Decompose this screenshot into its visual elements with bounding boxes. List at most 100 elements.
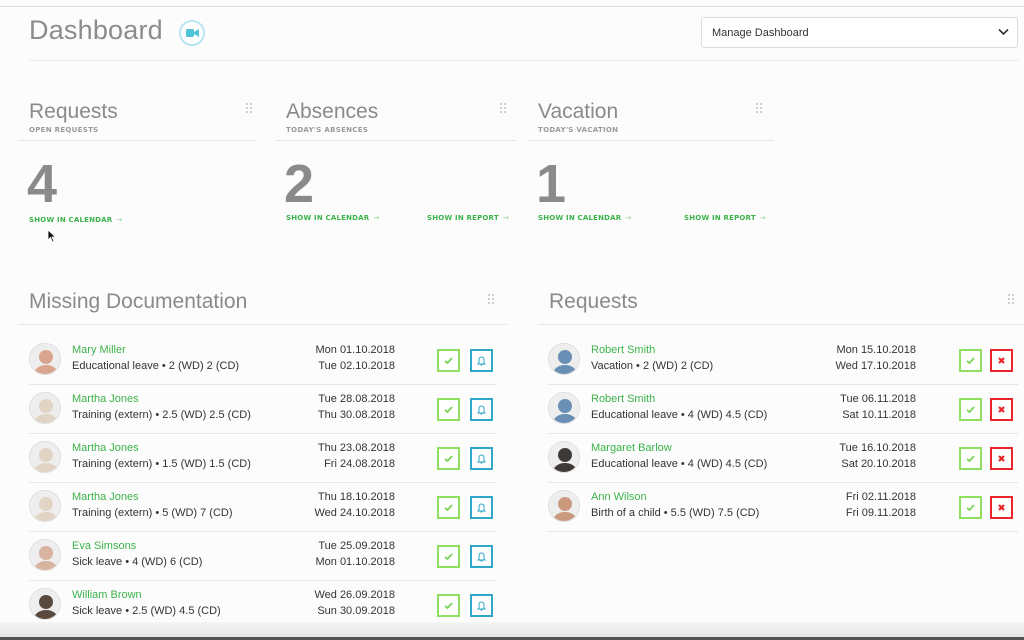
approve-button[interactable] [959, 349, 982, 372]
show-in-calendar-link[interactable]: SHOW IN CALENDAR → [286, 214, 379, 222]
arrow-right-icon: → [502, 214, 509, 222]
send-reminder-button[interactable] [470, 594, 493, 617]
page-title: Dashboard [29, 15, 163, 45]
employee-name-link[interactable]: Robert Smith [591, 393, 655, 405]
list-item: Martha Jones Training (extern) • 2.5 (WD)… [29, 385, 499, 434]
check-icon [444, 602, 453, 610]
chevron-down-icon [998, 27, 1009, 39]
bell-icon [476, 356, 487, 366]
avatar [29, 539, 61, 571]
date-to: Sun 30.09.2018 [317, 605, 395, 617]
stat-subtitle: TODAY'S ABSENCES [286, 126, 369, 134]
requests-panel: Requests [539, 290, 1024, 325]
list-item: Martha Jones Training (extern) • 1.5 (WD)… [29, 434, 499, 483]
approve-button[interactable] [959, 496, 982, 519]
send-reminder-button[interactable] [470, 496, 493, 519]
link-label: SHOW IN REPORT [427, 214, 499, 222]
video-camera-icon[interactable] [179, 20, 205, 46]
stat-divider [276, 140, 516, 141]
date-from: Fri 02.11.2018 [845, 491, 916, 503]
employee-name-link[interactable]: Robert Smith [591, 344, 655, 356]
list-item: Robert Smith Educational leave • 4 (WD) 4… [548, 385, 1018, 434]
drag-handle-icon[interactable] [1008, 294, 1016, 306]
reject-button[interactable] [990, 398, 1013, 421]
header-divider [29, 60, 1019, 61]
show-in-report-link[interactable]: SHOW IN REPORT → [427, 214, 509, 222]
show-in-calendar-link[interactable]: SHOW IN CALENDAR → [29, 216, 122, 224]
bell-icon [476, 552, 487, 562]
stat-value: 1 [536, 154, 567, 214]
absence-detail: Educational leave • 2 (WD) 2 (CD) [72, 360, 240, 372]
absence-detail: Educational leave • 4 (WD) 4.5 (CD) [591, 458, 768, 470]
drag-handle-icon[interactable] [488, 294, 496, 306]
date-from: Thu 18.10.2018 [317, 491, 395, 503]
stat-subtitle: TODAY'S VACATION [538, 126, 619, 134]
row-divider [548, 531, 1018, 532]
employee-name-link[interactable]: Martha Jones [72, 442, 139, 454]
bell-icon [476, 405, 487, 415]
check-icon [966, 357, 975, 365]
reject-button[interactable] [990, 349, 1013, 372]
stat-title: Absences [286, 100, 379, 123]
date-to: Tue 02.10.2018 [318, 360, 395, 372]
employee-name-link[interactable]: Margaret Barlow [591, 442, 672, 454]
check-icon [444, 553, 453, 561]
approve-button[interactable] [437, 447, 460, 470]
show-in-calendar-link[interactable]: SHOW IN CALENDAR → [538, 214, 631, 222]
stat-value: 4 [27, 154, 58, 214]
reject-button[interactable] [990, 447, 1013, 470]
list-item: Eva Simsons Sick leave • 4 (WD) 6 (CD) Tue… [29, 532, 499, 581]
check-icon [966, 455, 975, 463]
drag-handle-icon[interactable] [756, 103, 764, 115]
employee-name-link[interactable]: Mary Miller [72, 344, 126, 356]
absence-detail: Training (extern) • 2.5 (WD) 2.5 (CD) [72, 409, 251, 421]
date-from: Wed 26.09.2018 [314, 589, 395, 601]
avatar [29, 490, 61, 522]
avatar [548, 343, 580, 375]
approve-button[interactable] [437, 545, 460, 568]
check-icon [444, 406, 453, 414]
stat-title: Requests [29, 100, 118, 123]
stat-widget-vacation: Vacation TODAY'S VACATION 1 SHOW IN CALE… [528, 100, 774, 222]
send-reminder-button[interactable] [470, 398, 493, 421]
date-to: Wed 17.10.2018 [835, 360, 916, 372]
date-from: Tue 25.09.2018 [318, 540, 395, 552]
employee-name-link[interactable]: Ann Wilson [591, 491, 647, 503]
drag-handle-icon[interactable] [500, 103, 508, 115]
missing-documentation-panel: Missing Documentation [19, 290, 507, 325]
approve-button[interactable] [437, 398, 460, 421]
stat-divider [19, 140, 257, 141]
stat-title: Vacation [538, 100, 619, 123]
bell-icon [476, 503, 487, 513]
absence-detail: Birth of a child • 5.5 (WD) 7.5 (CD) [591, 507, 760, 519]
avatar [29, 441, 61, 473]
avatar [29, 392, 61, 424]
bell-icon [476, 601, 487, 611]
approve-button[interactable] [437, 594, 460, 617]
panel-title: Requests [549, 290, 638, 313]
employee-name-link[interactable]: Martha Jones [72, 393, 139, 405]
date-to: Mon 01.10.2018 [315, 556, 395, 568]
reject-button[interactable] [990, 496, 1013, 519]
date-to: Fri 24.08.2018 [324, 458, 395, 470]
absence-detail: Training (extern) • 1.5 (WD) 1.5 (CD) [72, 458, 251, 470]
manage-dashboard-select[interactable]: Manage Dashboard [701, 17, 1018, 48]
check-icon [966, 406, 975, 414]
employee-name-link[interactable]: Martha Jones [72, 491, 139, 503]
drag-handle-icon[interactable] [246, 103, 254, 115]
approve-button[interactable] [437, 349, 460, 372]
stat-widget-absences: Absences TODAY'S ABSENCES 2 SHOW IN CALE… [276, 100, 516, 222]
approve-button[interactable] [437, 496, 460, 519]
show-in-report-link[interactable]: SHOW IN REPORT → [684, 214, 766, 222]
send-reminder-button[interactable] [470, 349, 493, 372]
arrow-right-icon: → [759, 214, 766, 222]
check-icon [966, 504, 975, 512]
employee-name-link[interactable]: Eva Simsons [72, 540, 136, 552]
link-label: SHOW IN CALENDAR [29, 216, 113, 224]
absence-detail: Educational leave • 4 (WD) 4.5 (CD) [591, 409, 768, 421]
employee-name-link[interactable]: William Brown [72, 589, 142, 601]
send-reminder-button[interactable] [470, 545, 493, 568]
approve-button[interactable] [959, 398, 982, 421]
send-reminder-button[interactable] [470, 447, 493, 470]
approve-button[interactable] [959, 447, 982, 470]
